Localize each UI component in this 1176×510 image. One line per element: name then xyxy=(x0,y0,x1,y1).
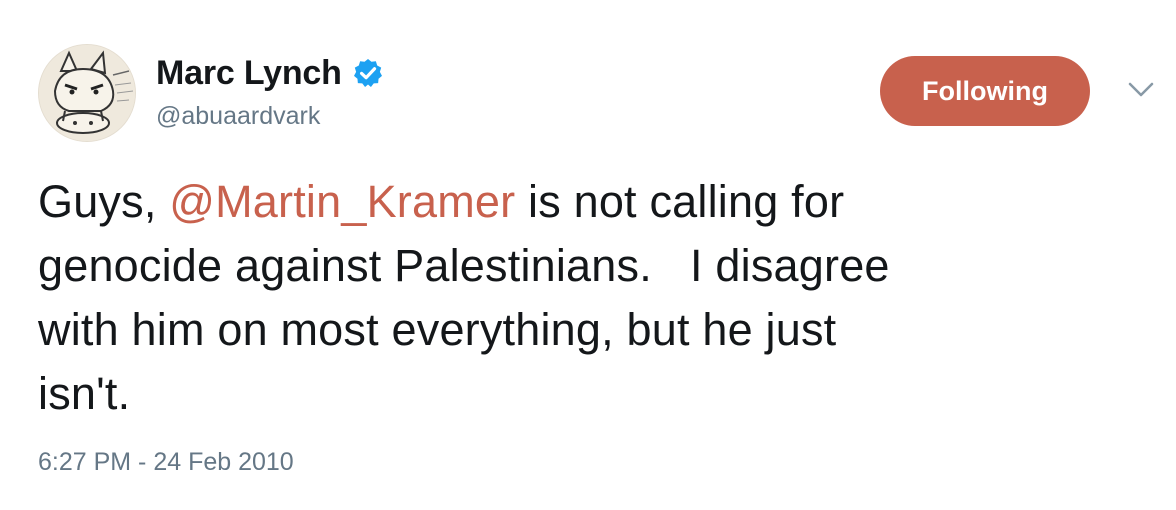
chevron-down-icon[interactable] xyxy=(1126,80,1156,100)
display-name[interactable]: Marc Lynch xyxy=(156,54,342,93)
mention-link[interactable]: @Martin_Kramer xyxy=(169,176,515,227)
tweet-timestamp[interactable]: 6:27 PM - 24 Feb 2010 xyxy=(38,448,294,477)
user-handle[interactable]: @abuaardvark xyxy=(156,102,320,131)
tweet-header: Marc Lynch @abuaardvark Following xyxy=(38,44,1154,144)
name-row: Marc Lynch xyxy=(156,50,384,96)
aardvark-avatar-icon xyxy=(39,45,135,141)
tweet-text: Guys, @Martin_Kramer is not calling for … xyxy=(38,170,1138,426)
tweet-text-before: Guys, xyxy=(38,176,170,227)
tweet-card: Marc Lynch @abuaardvark Following Guys, … xyxy=(0,0,1176,510)
verified-badge-icon xyxy=(353,59,382,87)
avatar[interactable] xyxy=(38,44,136,142)
following-button[interactable]: Following xyxy=(880,56,1090,126)
